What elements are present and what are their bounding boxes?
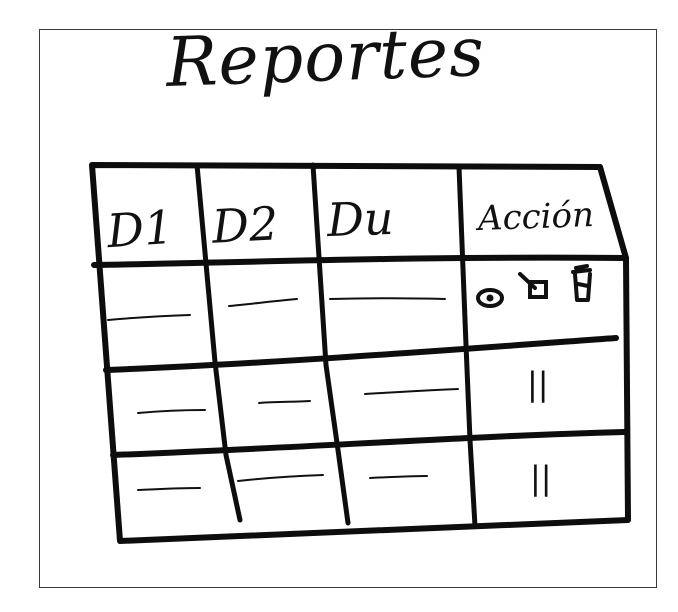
column-header-d2: D2 — [210, 196, 280, 254]
edit-icon[interactable] — [516, 268, 552, 304]
cell-placeholder — [107, 314, 191, 321]
action-ditto-mark: || — [530, 459, 552, 497]
delete-icon[interactable] — [568, 262, 596, 306]
cell-placeholder — [137, 409, 206, 414]
cell-placeholder — [369, 475, 428, 479]
cell-placeholder — [258, 400, 311, 404]
view-icon[interactable] — [474, 284, 508, 310]
column-header-accion: Acción — [477, 194, 595, 240]
cell-placeholder — [364, 388, 459, 395]
header-divider — [91, 254, 629, 268]
row-divider — [110, 429, 627, 458]
column-header-d1: D1 — [105, 199, 175, 259]
cell-placeholder — [137, 487, 201, 491]
action-ditto-mark: || — [527, 365, 549, 403]
cell-placeholder — [228, 298, 298, 307]
cell-placeholder — [237, 474, 324, 482]
cell-placeholder — [329, 297, 446, 300]
column-header-du: Du — [326, 190, 395, 248]
report-table — [89, 162, 631, 544]
